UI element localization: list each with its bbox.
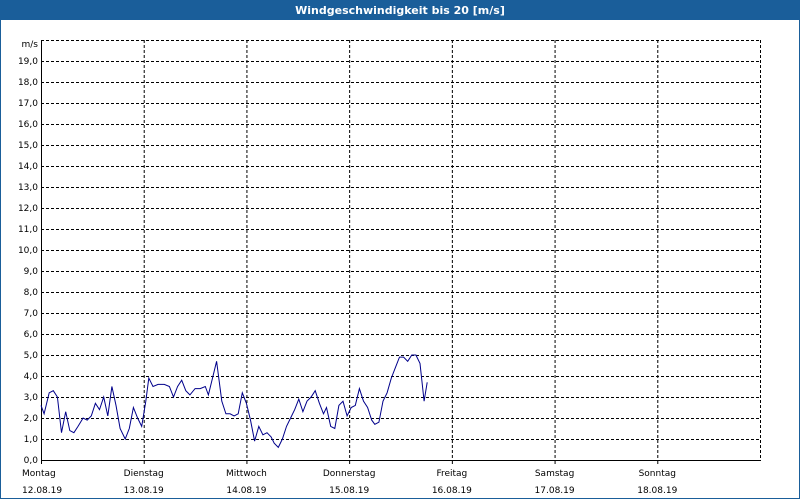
y-tick-label: 8,0	[24, 288, 39, 298]
chart-grid	[41, 40, 761, 460]
y-tick-label: 7,0	[24, 309, 39, 319]
x-tick-day: Donnerstag	[323, 469, 376, 479]
y-tick-label: 13,0	[18, 183, 38, 193]
y-tick-label: 9,0	[24, 267, 39, 277]
y-tick-label: 12,0	[18, 204, 38, 214]
x-tick-date: 16.08.19	[432, 486, 472, 496]
y-tick-label: 0,0	[24, 456, 39, 466]
x-tick-date: 12.08.19	[22, 486, 62, 496]
y-tick-label: 4,0	[24, 372, 39, 382]
y-tick-label: 18,0	[18, 78, 38, 88]
y-tick-label: 10,0	[18, 246, 38, 256]
x-tick-day: Freitag	[436, 469, 467, 479]
y-tick-label: 5,0	[24, 351, 39, 361]
y-tick-label: 15,0	[18, 141, 38, 151]
x-tick-date: 18.08.19	[637, 486, 677, 496]
x-tick-day: Sonntag	[639, 469, 676, 479]
x-tick-day: Samstag	[535, 469, 574, 479]
y-tick-label: 11,0	[18, 225, 38, 235]
series-layer	[40, 354, 428, 449]
y-tick-label: 19,0	[18, 57, 38, 67]
x-tick-day: Mittwoch	[226, 469, 267, 479]
y-tick-label: 14,0	[18, 162, 38, 172]
x-tick-labels: Montag 12.08.19 Dienstag 13.08.19 Mittwoch 14…	[22, 460, 678, 496]
y-tick-labels: 0,0 1,0 2,0 3,0 4,0 5,0 6,0 7,0 8,0 9,0 10,0 11,0 12…	[18, 57, 38, 466]
x-tick-date: 15.08.19	[329, 486, 369, 496]
series-line	[40, 354, 428, 449]
y-tick-label: 16,0	[18, 120, 38, 130]
chart-canvas: m/s 0,0 1,0 2,0 3,0 4,0 5,0 6,0 7,0 8,0 9,0 10,0 11…	[18, 40, 761, 496]
y-axis-label: m/s	[22, 40, 39, 50]
x-tick-date: 13.08.19	[124, 486, 164, 496]
y-tick-label: 3,0	[24, 393, 39, 403]
y-tick-label: 2,0	[24, 414, 39, 424]
x-tick-date: 17.08.19	[535, 486, 575, 496]
y-tick-label: 1,0	[24, 435, 39, 445]
x-tick-date: 14.08.19	[226, 486, 266, 496]
y-tick-label: 6,0	[24, 330, 39, 340]
x-tick-day: Montag	[22, 469, 56, 479]
x-tick-day: Dienstag	[124, 469, 164, 479]
y-tick-label: 17,0	[18, 99, 38, 109]
